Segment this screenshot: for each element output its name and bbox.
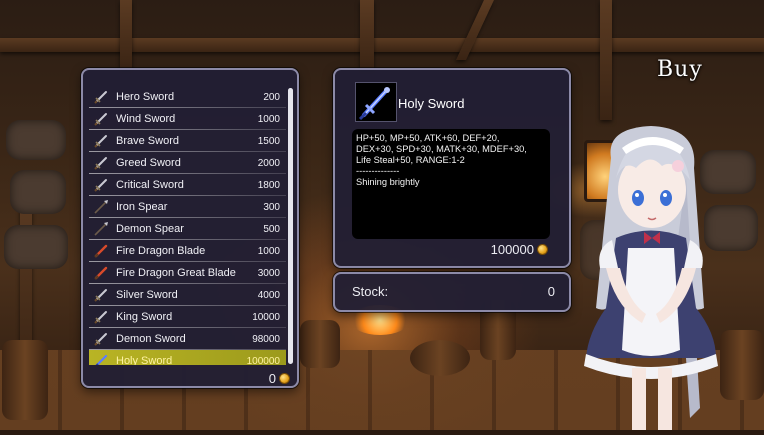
spear-icon xyxy=(93,221,109,237)
detail-price-value: 100000 xyxy=(490,242,534,257)
sword-icon xyxy=(93,309,109,325)
item-name: Silver Sword xyxy=(116,289,178,301)
screen-title: Buy xyxy=(657,57,703,82)
item-price: 1000 xyxy=(257,245,280,257)
item-price: 3000 xyxy=(257,267,280,279)
detail-price: 100000 xyxy=(491,242,547,257)
item-detail-panel: Holy Sword HP+50, MP+50, ATK+60, DEF+20,… xyxy=(333,68,571,268)
item-price: 4000 xyxy=(257,289,280,301)
item-price: 500 xyxy=(263,223,280,235)
holy-sword-icon xyxy=(93,353,109,365)
item-row[interactable]: Wind Sword 1000 xyxy=(89,108,286,130)
item-row[interactable]: Critical Sword 1800 xyxy=(89,174,286,196)
item-price: 1000 xyxy=(257,113,280,125)
item-row[interactable]: Silver Sword 4000 xyxy=(89,284,286,306)
item-name: Fire Dragon Blade xyxy=(116,245,206,257)
item-name: Greed Sword xyxy=(116,157,181,169)
item-price: 100000 xyxy=(246,355,280,366)
stock-label: Stock: xyxy=(352,284,389,299)
sword-icon xyxy=(93,111,109,127)
item-row[interactable]: Brave Sword 1500 xyxy=(89,130,286,152)
item-name: King Sword xyxy=(116,311,173,323)
item-name: Critical Sword xyxy=(116,179,184,191)
item-name: Holy Sword xyxy=(116,355,173,365)
item-name: Brave Sword xyxy=(116,135,179,147)
item-price: 98000 xyxy=(252,333,280,345)
item-row[interactable]: Hero Sword 200 xyxy=(89,86,286,108)
item-price: 1500 xyxy=(257,135,280,147)
item-name: Fire Dragon Great Blade xyxy=(116,267,236,279)
item-list-panel: Hero Sword 200 Wind Sword 1000 Brave Sword 15… xyxy=(81,68,299,388)
sword-icon xyxy=(93,287,109,303)
item-row[interactable]: Fire Dragon Blade 1000 xyxy=(89,240,286,262)
list-scrollbar[interactable] xyxy=(288,88,293,364)
item-row[interactable]: Demon Sword 98000 xyxy=(89,328,286,350)
sword-icon xyxy=(93,155,109,171)
item-description: HP+50, MP+50, ATK+60, DEF+20, DEX+30, SP… xyxy=(356,133,527,187)
item-row[interactable]: Fire Dragon Great Blade 3000 xyxy=(89,262,286,284)
fire-blade-icon xyxy=(93,265,109,281)
item-row[interactable]: Greed Sword 2000 xyxy=(89,152,286,174)
detail-item-name: Holy Sword xyxy=(398,96,465,111)
item-name: Hero Sword xyxy=(116,91,175,103)
item-name: Wind Sword xyxy=(116,113,176,125)
item-row[interactable]: Holy Sword 100000 xyxy=(89,350,286,365)
sword-icon xyxy=(93,133,109,149)
shopkeeper-maid-portrait xyxy=(566,118,736,430)
item-price: 200 xyxy=(263,91,280,103)
gold-amount: 0 xyxy=(268,371,276,386)
item-price: 10000 xyxy=(252,311,280,323)
item-name: Iron Spear xyxy=(116,201,168,213)
item-row[interactable]: King Sword 10000 xyxy=(89,306,286,328)
item-name: Demon Sword xyxy=(116,333,186,345)
spear-icon xyxy=(93,199,109,215)
gold-coin-icon xyxy=(538,245,547,254)
sword-icon xyxy=(93,331,109,347)
description-box: HP+50, MP+50, ATK+60, DEF+20, DEX+30, SP… xyxy=(352,129,550,239)
fire-blade-icon xyxy=(93,243,109,259)
item-price: 1800 xyxy=(257,179,280,191)
stock-value: 0 xyxy=(547,284,555,299)
item-row[interactable]: Iron Spear 300 xyxy=(89,196,286,218)
item-price: 2000 xyxy=(257,157,280,169)
sword-icon xyxy=(93,177,109,193)
item-price: 300 xyxy=(263,201,280,213)
scroll-thumb[interactable] xyxy=(288,88,293,364)
item-list[interactable]: Hero Sword 200 Wind Sword 1000 Brave Sword 15… xyxy=(89,86,286,365)
stock-panel: Stock: 0 xyxy=(333,272,571,312)
item-name: Demon Spear xyxy=(116,223,184,235)
item-row[interactable]: Demon Spear 500 xyxy=(89,218,286,240)
sword-icon xyxy=(93,89,109,105)
holy-sword-icon xyxy=(355,82,397,122)
player-gold: 0 xyxy=(269,371,289,386)
gold-coin-icon xyxy=(280,374,289,383)
